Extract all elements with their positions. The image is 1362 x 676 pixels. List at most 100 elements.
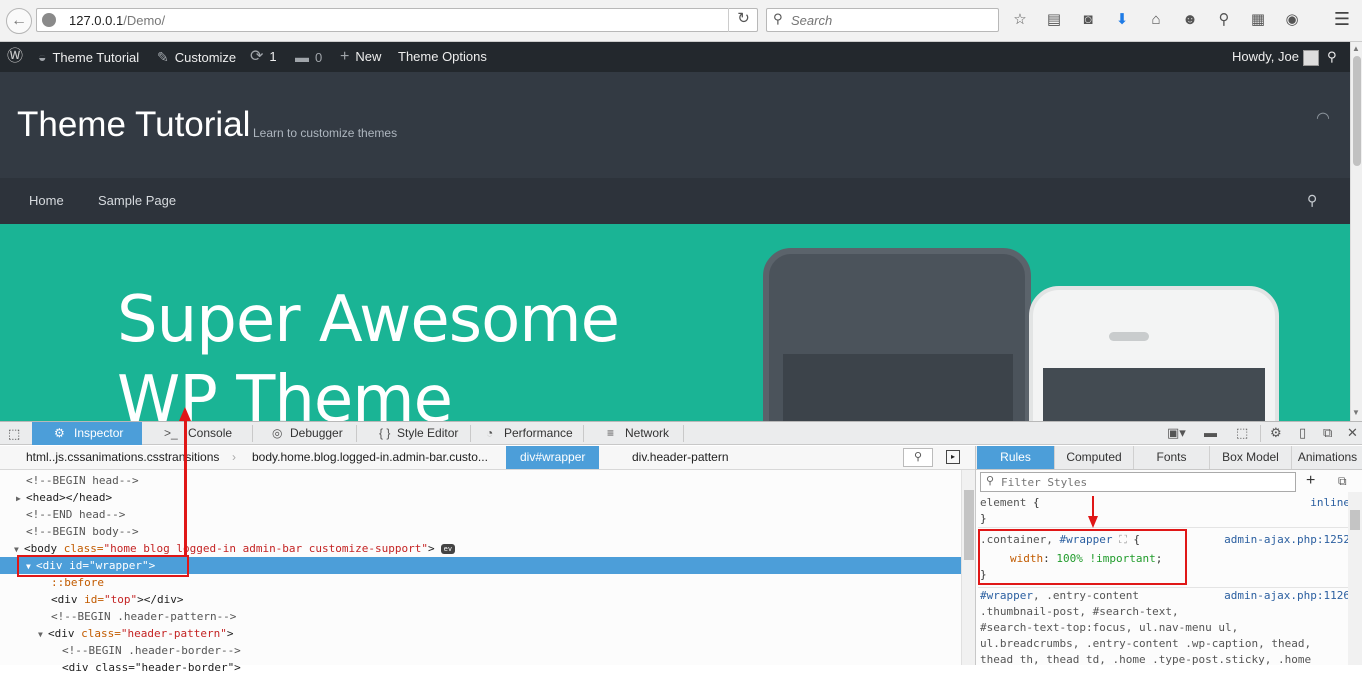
element-picker-icon[interactable]: ⬚	[8, 426, 20, 442]
nav-item-home[interactable]: Home	[29, 193, 64, 208]
tab-box-model[interactable]: Box Model	[1210, 446, 1292, 469]
admin-bar-customize[interactable]: ✎ Customize	[157, 42, 236, 72]
scroll-down-icon[interactable]: ▼	[1352, 408, 1360, 417]
filter-styles-input[interactable]	[1001, 474, 1291, 490]
tab-fonts[interactable]: Fonts	[1134, 446, 1210, 469]
rule-source-inline[interactable]: inline	[1310, 495, 1350, 511]
chat-icon[interactable]: ☻	[1178, 9, 1202, 31]
tab-animations[interactable]: Animations	[1292, 446, 1362, 469]
braces-icon: { }	[379, 426, 391, 440]
tab-performance[interactable]: ◔ Performance	[482, 422, 573, 445]
markup-line[interactable]: <!--BEGIN .header-pattern-->	[0, 608, 961, 625]
breadcrumb-html[interactable]: html..js.cssanimations.csstransitions	[26, 446, 219, 469]
url-text[interactable]: 127.0.0.1/Demo/	[69, 13, 165, 28]
site-nav: Home Sample Page ⚲	[0, 178, 1350, 224]
markup-line[interactable]: <!--BEGIN .header-border-->	[0, 642, 961, 659]
page-scroll-thumb[interactable]	[1353, 56, 1361, 166]
rules-scrollbar[interactable]	[1348, 492, 1362, 665]
dashboard-icon: ◒	[38, 49, 47, 65]
rule-selector-line: #search-text-top:focus, ul.nav-menu ul,	[980, 621, 1239, 634]
toolbox-buttons-icon[interactable]: ▣▾	[1167, 425, 1186, 441]
pseudo-class-toggle-icon[interactable]: ⧉	[1338, 474, 1347, 489]
split-console-icon[interactable]: ▬	[1204, 425, 1217, 440]
tab-rules[interactable]: Rules	[977, 446, 1055, 469]
tab-debugger[interactable]: ◎ Debugger	[268, 422, 343, 445]
pin-icon[interactable]: ⚲	[1212, 9, 1236, 31]
scroll-up-icon[interactable]: ▲	[1352, 44, 1360, 53]
markup-line[interactable]: ▶ <head></head>	[0, 489, 961, 506]
browser-search-box[interactable]: ⚲	[766, 8, 999, 32]
markup-search-icon[interactable]: ⚲	[903, 448, 933, 467]
filter-styles-box[interactable]: ⚲	[980, 472, 1296, 492]
annotation-box-markup	[17, 555, 189, 577]
hamburger-menu-icon[interactable]: ☰	[1330, 8, 1354, 32]
home-icon[interactable]: ⌂	[1144, 9, 1168, 31]
sidebar-tabs: Rules Computed Fonts Box Model Animation…	[975, 446, 1362, 470]
rule-source-link[interactable]: admin-ajax.php:1126	[1224, 588, 1350, 604]
rule-wrapper-group[interactable]: #wrapper, .entry-content admin-ajax.php:1…	[980, 588, 1350, 604]
rules-scroll-thumb[interactable]	[1350, 510, 1360, 530]
download-icon[interactable]: ⬇	[1110, 9, 1134, 31]
rule-selector-line: thead th, thead td, .home .type-post.sti…	[980, 653, 1312, 666]
site-tagline: Learn to customize themes	[253, 126, 398, 140]
tab-inspector[interactable]: ⚙ Inspector	[32, 422, 142, 445]
markup-line[interactable]: <div id="top"></div>	[0, 591, 961, 608]
browser-search-input[interactable]	[791, 11, 991, 29]
tab-computed[interactable]: Computed	[1055, 446, 1134, 469]
nav-item-sample-page[interactable]: Sample Page	[98, 193, 176, 208]
breadcrumb-header-pattern[interactable]: div.header-pattern	[632, 446, 729, 469]
event-badge[interactable]: ev	[440, 544, 456, 554]
markup-line[interactable]: ▼ <div class="header-pattern">	[0, 625, 961, 642]
settings-gear-icon[interactable]: ⚙	[1270, 425, 1282, 441]
markup-line[interactable]: <!--END head-->	[0, 506, 961, 523]
expand-triangle-icon[interactable]: ▶	[16, 490, 26, 507]
rule-source-link[interactable]: admin-ajax.php:1252	[1224, 532, 1350, 548]
extension-icon[interactable]: ▦	[1246, 9, 1270, 31]
arrow-left-icon: ←	[11, 12, 27, 29]
url-bar[interactable]: 127.0.0.1/Demo/	[36, 8, 758, 32]
responsive-mode-icon[interactable]: ⬚	[1236, 425, 1248, 441]
pocket-icon[interactable]: ◙	[1076, 9, 1100, 31]
admin-bar-new[interactable]: + New	[340, 42, 381, 72]
network-icon: ≡	[607, 426, 615, 440]
toggle-sidebar-icon[interactable]: ▸	[946, 450, 960, 464]
site-title[interactable]: Theme Tutorial	[17, 105, 250, 145]
admin-bar-theme-options[interactable]: Theme Options	[398, 42, 487, 72]
admin-bar-account[interactable]: Howdy, Joe	[1232, 42, 1319, 72]
comment-icon: ▬	[295, 49, 309, 65]
collapse-triangle-icon[interactable]: ▼	[38, 626, 48, 643]
reading-list-icon[interactable]: ▤	[1042, 9, 1066, 31]
color-wheel-icon[interactable]: ◉	[1280, 9, 1304, 31]
admin-bar-search-icon[interactable]: ⚲	[1327, 42, 1337, 72]
markup-scrollbar[interactable]	[961, 470, 975, 665]
browser-toolbar: ← 127.0.0.1/Demo/ ↻ ⚲ ☆ ▤ ◙ ⬇ ⌂ ☻ ⚲ ▦ ◉ …	[0, 0, 1362, 42]
markup-line[interactable]: <div class="header-border">	[0, 659, 961, 676]
admin-bar-comments[interactable]: ▬ 0	[295, 42, 322, 72]
close-devtools-icon[interactable]: ✕	[1347, 425, 1358, 441]
dock-side-icon[interactable]: ▯	[1299, 425, 1306, 441]
tab-network[interactable]: ≡ Network	[603, 422, 669, 445]
breadcrumb-wrapper[interactable]: div#wrapper	[506, 446, 600, 469]
bookmark-star-icon[interactable]: ☆	[1008, 9, 1032, 31]
markup-line[interactable]: <!--BEGIN body-->	[0, 523, 961, 540]
rule-brace: }	[980, 512, 987, 525]
rss-icon[interactable]: ◠	[1316, 108, 1330, 128]
markup-scroll-thumb[interactable]	[964, 490, 974, 560]
back-button[interactable]: ←	[6, 8, 32, 34]
breadcrumb-body[interactable]: body.home.blog.logged-in.admin-bar.custo…	[252, 446, 488, 469]
hero-banner: Super Awesome WP Theme	[0, 224, 1350, 421]
page-scrollbar[interactable]: ▲ ▼	[1350, 42, 1362, 421]
tab-console[interactable]: >_ Console	[160, 422, 232, 445]
nav-search-icon[interactable]: ⚲	[1307, 192, 1317, 209]
annotation-arrowhead	[1088, 516, 1098, 528]
annotation-arrow-up	[184, 420, 187, 556]
admin-bar-updates[interactable]: ⟳ 1	[250, 42, 277, 72]
markup-line[interactable]: <!--BEGIN head-->	[0, 472, 961, 489]
undock-window-icon[interactable]: ⧉	[1323, 425, 1332, 441]
wordpress-logo-icon[interactable]: Ⓦ	[7, 42, 29, 72]
add-rule-button[interactable]: +	[1306, 472, 1315, 490]
admin-bar-site-name[interactable]: ◒ Theme Tutorial	[38, 42, 139, 72]
tab-style-editor[interactable]: { } Style Editor	[375, 422, 458, 445]
reload-button[interactable]: ↻	[728, 8, 758, 32]
rule-element[interactable]: element {inline	[980, 495, 1350, 511]
